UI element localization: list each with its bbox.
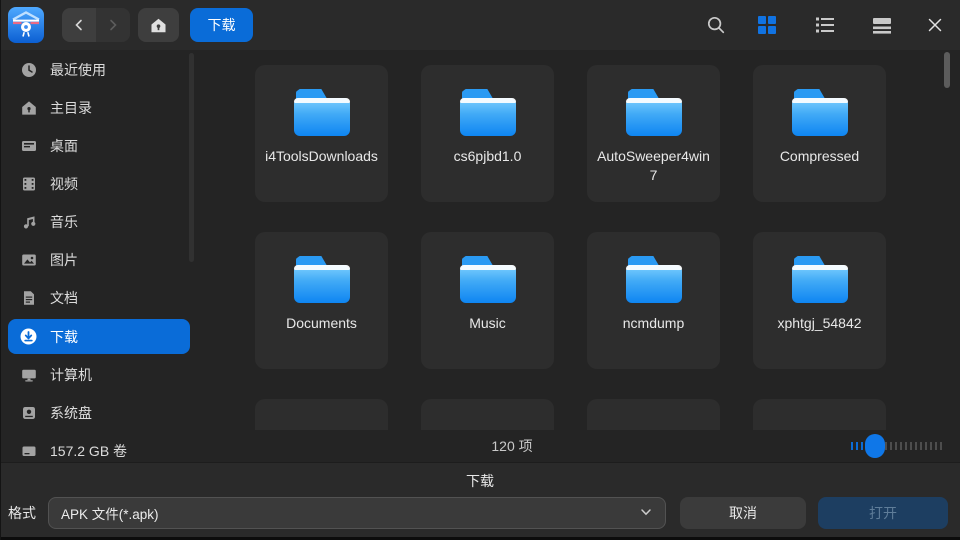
- system-disk-icon: [20, 405, 37, 422]
- clock-icon: [20, 62, 37, 79]
- folder-icon: [625, 89, 683, 137]
- film-icon: [20, 176, 37, 193]
- sidebar-item-home[interactable]: 主目录: [0, 89, 200, 127]
- folder-tile[interactable]: Documents: [255, 232, 388, 369]
- format-label: 格式: [8, 503, 40, 523]
- folder-name: Music: [460, 314, 515, 333]
- folder-tile[interactable]: AutoSweeper4win7: [587, 65, 720, 202]
- file-manager-window: 下载 最近使用 主目录 桌面: [0, 0, 960, 540]
- download-circle-icon: [20, 328, 37, 345]
- folder-tile[interactable]: ncmdump: [587, 232, 720, 369]
- sidebar-item-recent[interactable]: 最近使用: [0, 51, 200, 89]
- folder-name: ncmdump: [614, 314, 693, 333]
- dialog-title: 下载: [0, 471, 960, 491]
- search-icon[interactable]: [705, 15, 727, 35]
- list-view-icon[interactable]: [814, 15, 836, 35]
- folder-tile-partial[interactable]: [587, 399, 720, 431]
- volume-icon: [20, 443, 37, 460]
- sidebar-item-label: 视频: [50, 174, 78, 194]
- sidebar-item-desktop[interactable]: 桌面: [0, 127, 200, 165]
- sidebar-item-pictures[interactable]: 图片: [0, 241, 200, 279]
- folder-name: AutoSweeper4win7: [587, 147, 720, 185]
- cancel-button-label: 取消: [729, 503, 757, 523]
- cancel-button[interactable]: 取消: [680, 497, 806, 529]
- folder-tile[interactable]: Music: [421, 232, 554, 369]
- folder-icon: [625, 256, 683, 304]
- format-select-value: APK 文件(*.apk): [61, 503, 639, 523]
- folder-tile[interactable]: xphtgj_54842: [753, 232, 886, 369]
- folder-name: Compressed: [771, 147, 868, 166]
- computer-icon: [20, 367, 37, 384]
- sidebar-item-downloads[interactable]: 下载: [8, 319, 190, 354]
- slider-ticks-right: [885, 442, 945, 450]
- sidebar-item-documents[interactable]: 文档: [0, 279, 200, 317]
- folder-name: cs6pjbd1.0: [445, 147, 531, 166]
- folder-icon: [791, 256, 849, 304]
- sidebar-item-system-disk[interactable]: 系统盘: [0, 394, 200, 432]
- folder-icon: [791, 89, 849, 137]
- format-select[interactable]: APK 文件(*.apk): [48, 497, 666, 529]
- sidebar-item-label: 157.2 GB 卷: [50, 441, 127, 461]
- history-nav: [62, 8, 130, 42]
- desktop-icon: [20, 138, 37, 155]
- main-scrollbar[interactable]: [944, 52, 950, 88]
- document-icon: [20, 290, 37, 307]
- folder-icon: [293, 89, 351, 137]
- sidebar-item-label: 下载: [50, 327, 78, 347]
- zoom-slider[interactable]: [851, 434, 945, 458]
- titlebar: 下载: [0, 0, 960, 50]
- tab-label: 下载: [208, 15, 236, 35]
- slider-ticks-left: [851, 442, 865, 450]
- folder-tile[interactable]: Compressed: [753, 65, 886, 202]
- format-row: 格式 APK 文件(*.apk) 取消 打开: [8, 497, 950, 529]
- folder-icon: [459, 89, 517, 137]
- sidebar-item-videos[interactable]: 视频: [0, 165, 200, 203]
- item-count: 120 项: [491, 436, 532, 456]
- sidebar-item-label: 最近使用: [50, 60, 106, 80]
- back-button[interactable]: [62, 8, 96, 42]
- open-button[interactable]: 打开: [818, 497, 948, 529]
- folder-name: i4ToolsDownloads: [256, 147, 387, 166]
- sidebar-item-label: 桌面: [50, 136, 78, 156]
- sidebar-scrollbar[interactable]: [189, 53, 194, 262]
- sidebar-item-label: 系统盘: [50, 403, 92, 423]
- sidebar-item-label: 文档: [50, 288, 78, 308]
- sidebar-item-label: 图片: [50, 250, 78, 270]
- grid-view-icon[interactable]: [756, 15, 778, 35]
- sidebar-item-music[interactable]: 音乐: [0, 203, 200, 241]
- folder-icon: [459, 256, 517, 304]
- folder-tile[interactable]: cs6pjbd1.0: [421, 65, 554, 202]
- sidebar-item-label: 计算机: [50, 365, 92, 385]
- chevron-down-icon: [639, 505, 653, 522]
- slider-thumb[interactable]: [865, 434, 885, 458]
- open-button-label: 打开: [869, 503, 897, 523]
- home-icon: [20, 100, 37, 117]
- tab-downloads[interactable]: 下载: [190, 8, 253, 42]
- dialog-footer: 下载 格式 APK 文件(*.apk) 取消 打开: [0, 462, 960, 538]
- sidebar: 最近使用 主目录 桌面 视频 音乐 图片 文档 下载: [0, 50, 200, 462]
- sidebar-item-label: 主目录: [50, 98, 92, 118]
- music-note-icon: [20, 214, 37, 231]
- file-grid-area: i4ToolsDownloads cs6pjbd1.0 AutoSweeper4…: [200, 50, 960, 431]
- sidebar-item-computer[interactable]: 计算机: [0, 356, 200, 394]
- folder-tile-partial[interactable]: [421, 399, 554, 431]
- statusbar: 120 项: [200, 430, 960, 462]
- folder-tile-partial[interactable]: [753, 399, 886, 431]
- folder-name: Documents: [277, 314, 366, 333]
- folder-tile-partial[interactable]: [255, 399, 388, 431]
- app-icon: [8, 7, 44, 43]
- sidebar-item-label: 音乐: [50, 212, 78, 232]
- close-icon[interactable]: [924, 15, 946, 35]
- forward-button[interactable]: [96, 8, 130, 42]
- picture-icon: [20, 252, 37, 269]
- folder-name: xphtgj_54842: [768, 314, 870, 333]
- detail-view-icon[interactable]: [871, 15, 893, 35]
- file-grid: i4ToolsDownloads cs6pjbd1.0 AutoSweeper4…: [200, 50, 960, 431]
- folder-icon: [293, 256, 351, 304]
- home-button[interactable]: [138, 8, 179, 42]
- folder-tile[interactable]: i4ToolsDownloads: [255, 65, 388, 202]
- home-icon: [150, 17, 167, 34]
